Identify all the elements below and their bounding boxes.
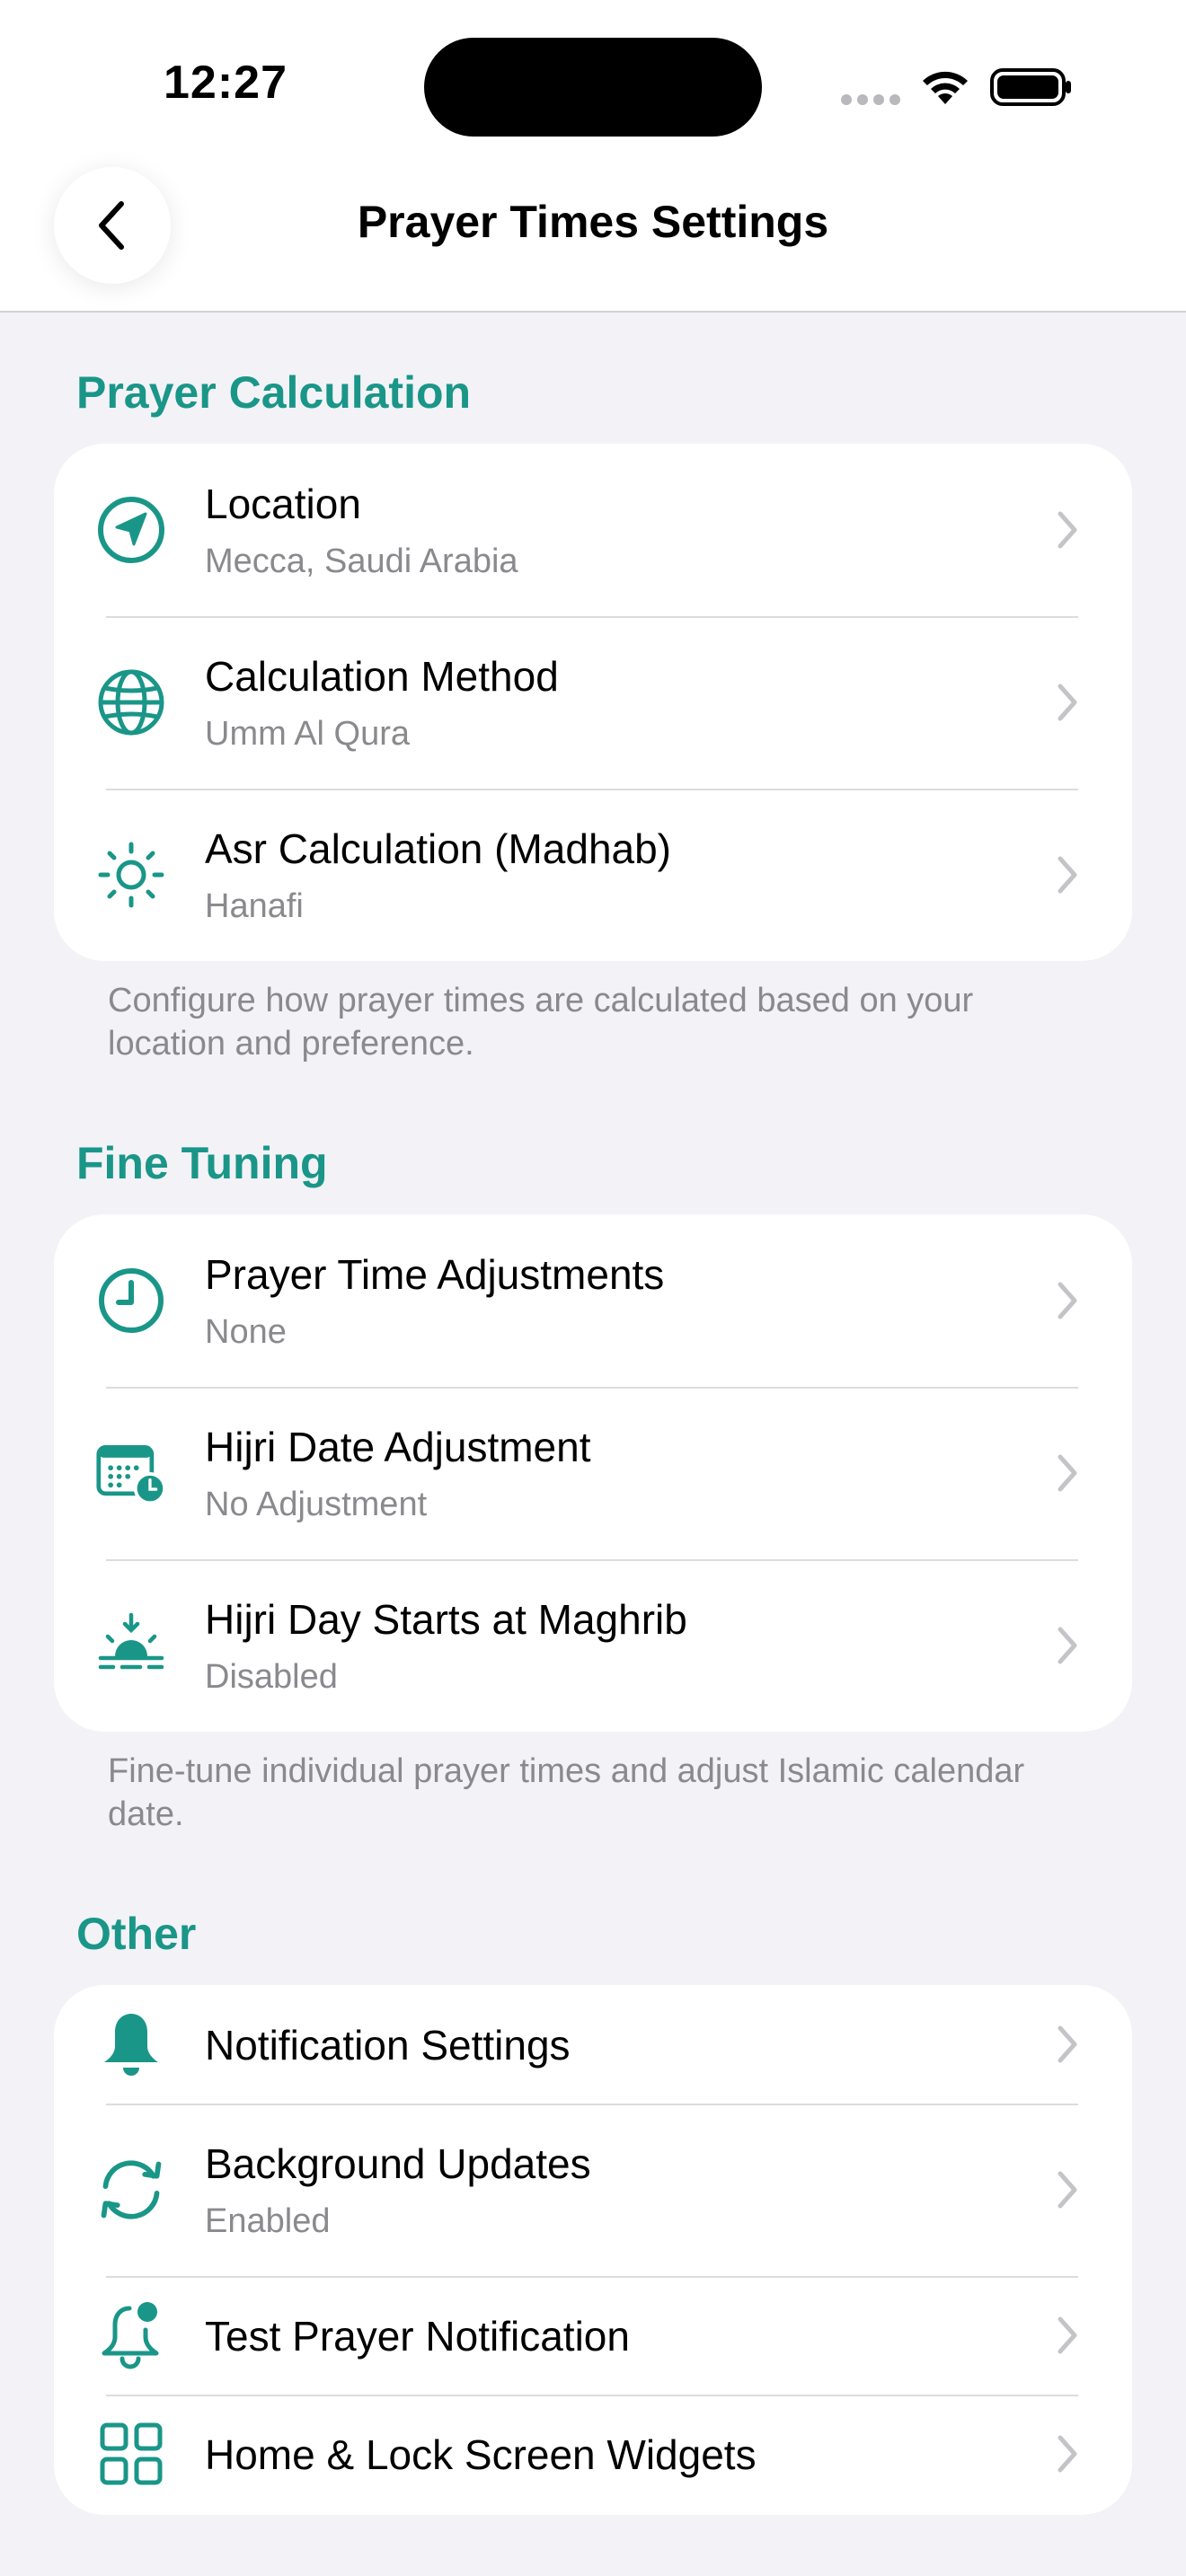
row-title: Home & Lock Screen Widgets — [205, 2431, 757, 2478]
row-title: Asr Calculation (Madhab) — [205, 825, 672, 872]
row-asr-calculation[interactable]: Asr Calculation (Madhab) Hanafi — [54, 789, 1132, 961]
widgets-grid-icon — [95, 2418, 167, 2490]
chevron-right-icon — [1058, 1627, 1077, 1664]
location-arrow-icon — [95, 494, 167, 566]
dynamic-island — [424, 38, 762, 137]
row-title: Notification Settings — [205, 2022, 571, 2069]
row-subtitle: No Adjustment — [205, 1486, 428, 1523]
refresh-icon — [95, 2154, 167, 2226]
row-hijri-date-adjustment[interactable]: Hijri Date Adjustment No Adjustment — [54, 1387, 1132, 1559]
row-subtitle: Hanafi — [205, 887, 304, 925]
row-location[interactable]: Location Mecca, Saudi Arabia — [54, 444, 1132, 616]
row-title: Test Prayer Notification — [205, 2313, 630, 2360]
row-subtitle: Disabled — [205, 1658, 338, 1696]
row-subtitle: None — [205, 1313, 287, 1351]
row-test-prayer-notification[interactable]: Test Prayer Notification — [54, 2276, 1132, 2395]
chevron-right-icon — [1058, 684, 1077, 721]
section-footer: Fine-tune individual prayer times and ad… — [108, 1752, 1025, 1833]
wifi-icon — [923, 71, 968, 104]
row-background-updates[interactable]: Background Updates Enabled — [54, 2104, 1132, 2276]
row-subtitle: Umm Al Qura — [205, 715, 411, 753]
chevron-right-icon — [1058, 1454, 1077, 1492]
section-footer: Configure how prayer times are calculate… — [108, 982, 974, 1063]
sun-icon — [95, 839, 167, 911]
prayer-calculation-card: Location Mecca, Saudi Arabia Calculation… — [54, 444, 1132, 961]
status-time: 12:27 — [164, 57, 288, 109]
row-notification-settings[interactable]: Notification Settings — [54, 1985, 1132, 2104]
other-card: Notification Settings Background Updates… — [54, 1985, 1132, 2515]
status-icons — [836, 63, 1078, 108]
section-header-fine-tuning: Fine Tuning — [76, 1138, 328, 1188]
row-title: Background Updates — [205, 2140, 591, 2187]
row-home-lock-screen-widgets[interactable]: Home & Lock Screen Widgets — [54, 2395, 1132, 2513]
chevron-right-icon — [1058, 511, 1077, 549]
chevron-right-icon — [1058, 2316, 1077, 2354]
bell-fill-icon — [95, 2008, 167, 2080]
bell-badge-icon — [95, 2299, 167, 2371]
row-title: Hijri Date Adjustment — [205, 1424, 591, 1470]
navigation-bar: 12:27 Prayer Times Settings — [0, 0, 1186, 313]
row-subtitle: Mecca, Saudi Arabia — [205, 543, 518, 580]
clock-icon — [95, 1265, 167, 1337]
chevron-right-icon — [1058, 2025, 1077, 2063]
row-calculation-method[interactable]: Calculation Method Umm Al Qura — [54, 616, 1132, 789]
chevron-right-icon — [1058, 2171, 1077, 2209]
row-title: Hijri Day Starts at Maghrib — [205, 1596, 687, 1643]
row-title: Prayer Time Adjustments — [205, 1251, 665, 1298]
row-title: Calculation Method — [205, 653, 559, 700]
globe-icon — [95, 666, 167, 738]
cellular-signal-icon — [841, 93, 906, 110]
calendar-clock-icon — [95, 1437, 167, 1509]
section-header-other: Other — [76, 1909, 197, 1959]
row-hijri-day-starts-at-maghrib[interactable]: Hijri Day Starts at Maghrib Disabled — [54, 1559, 1132, 1732]
row-prayer-time-adjustments[interactable]: Prayer Time Adjustments None — [54, 1214, 1132, 1387]
chevron-right-icon — [1058, 1282, 1077, 1319]
row-subtitle: Enabled — [205, 2202, 331, 2240]
fine-tuning-card: Prayer Time Adjustments None Hijri Date … — [54, 1214, 1132, 1732]
chevron-right-icon — [1058, 2435, 1077, 2473]
battery-icon — [990, 68, 1071, 106]
chevron-right-icon — [1058, 856, 1077, 894]
page-title: Prayer Times Settings — [357, 197, 829, 247]
section-header-prayer-calculation: Prayer Calculation — [76, 367, 472, 418]
sunset-icon — [95, 1610, 167, 1681]
row-title: Location — [205, 481, 361, 527]
